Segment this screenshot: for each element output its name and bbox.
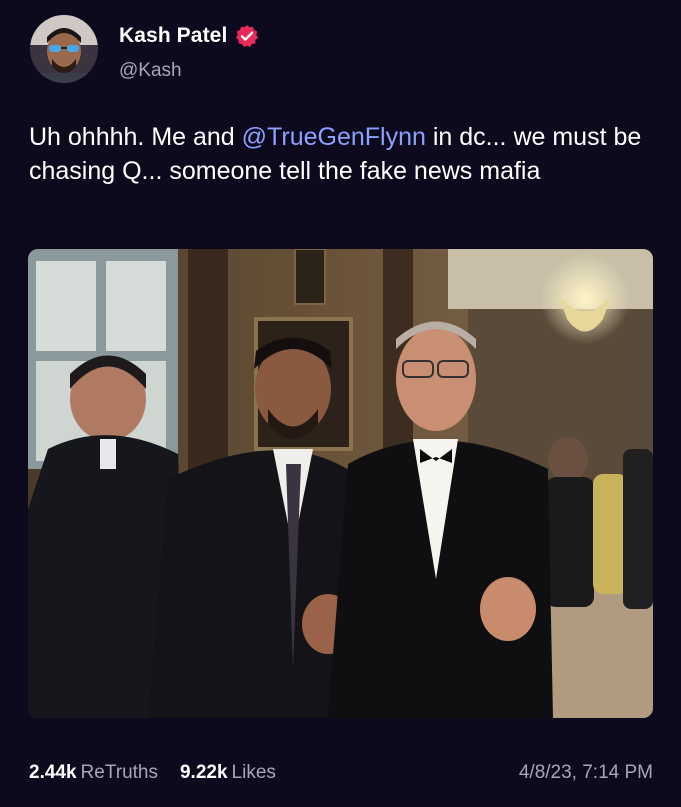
avatar-image: [30, 15, 98, 83]
retruths-count: 2.44k: [29, 762, 77, 783]
post-text: Uh ohhhh. Me and @TrueGenFlynn in dc... …: [29, 120, 659, 188]
verified-badge-icon: [235, 24, 259, 48]
author-name[interactable]: Kash Patel: [119, 24, 227, 48]
likes-count: 9.22k: [179, 762, 228, 783]
likes-stat[interactable]: 9.22k Likes: [180, 762, 276, 784]
avatar[interactable]: [30, 15, 98, 83]
post-timestamp: 4/8/23, 7:14 PM: [518, 762, 653, 783]
post-text-before: Uh ohhhh. Me and: [29, 123, 242, 151]
author-row: Kash Patel: [119, 24, 259, 48]
post-card: Kash Patel @Kash Uh ohhhh. Me and @TrueG…: [0, 0, 681, 807]
likes-label: Likes: [231, 762, 276, 783]
retruths-stat[interactable]: 2.44k ReTruths: [29, 762, 158, 784]
mention-link[interactable]: @TrueGenFlynn: [242, 123, 426, 151]
post-stats: 2.44k ReTruths 9.22k Likes: [29, 762, 276, 784]
post-photo[interactable]: [28, 249, 653, 718]
photo-image: [28, 249, 653, 718]
retruths-label: ReTruths: [80, 762, 158, 783]
author-handle[interactable]: @Kash: [119, 60, 182, 82]
